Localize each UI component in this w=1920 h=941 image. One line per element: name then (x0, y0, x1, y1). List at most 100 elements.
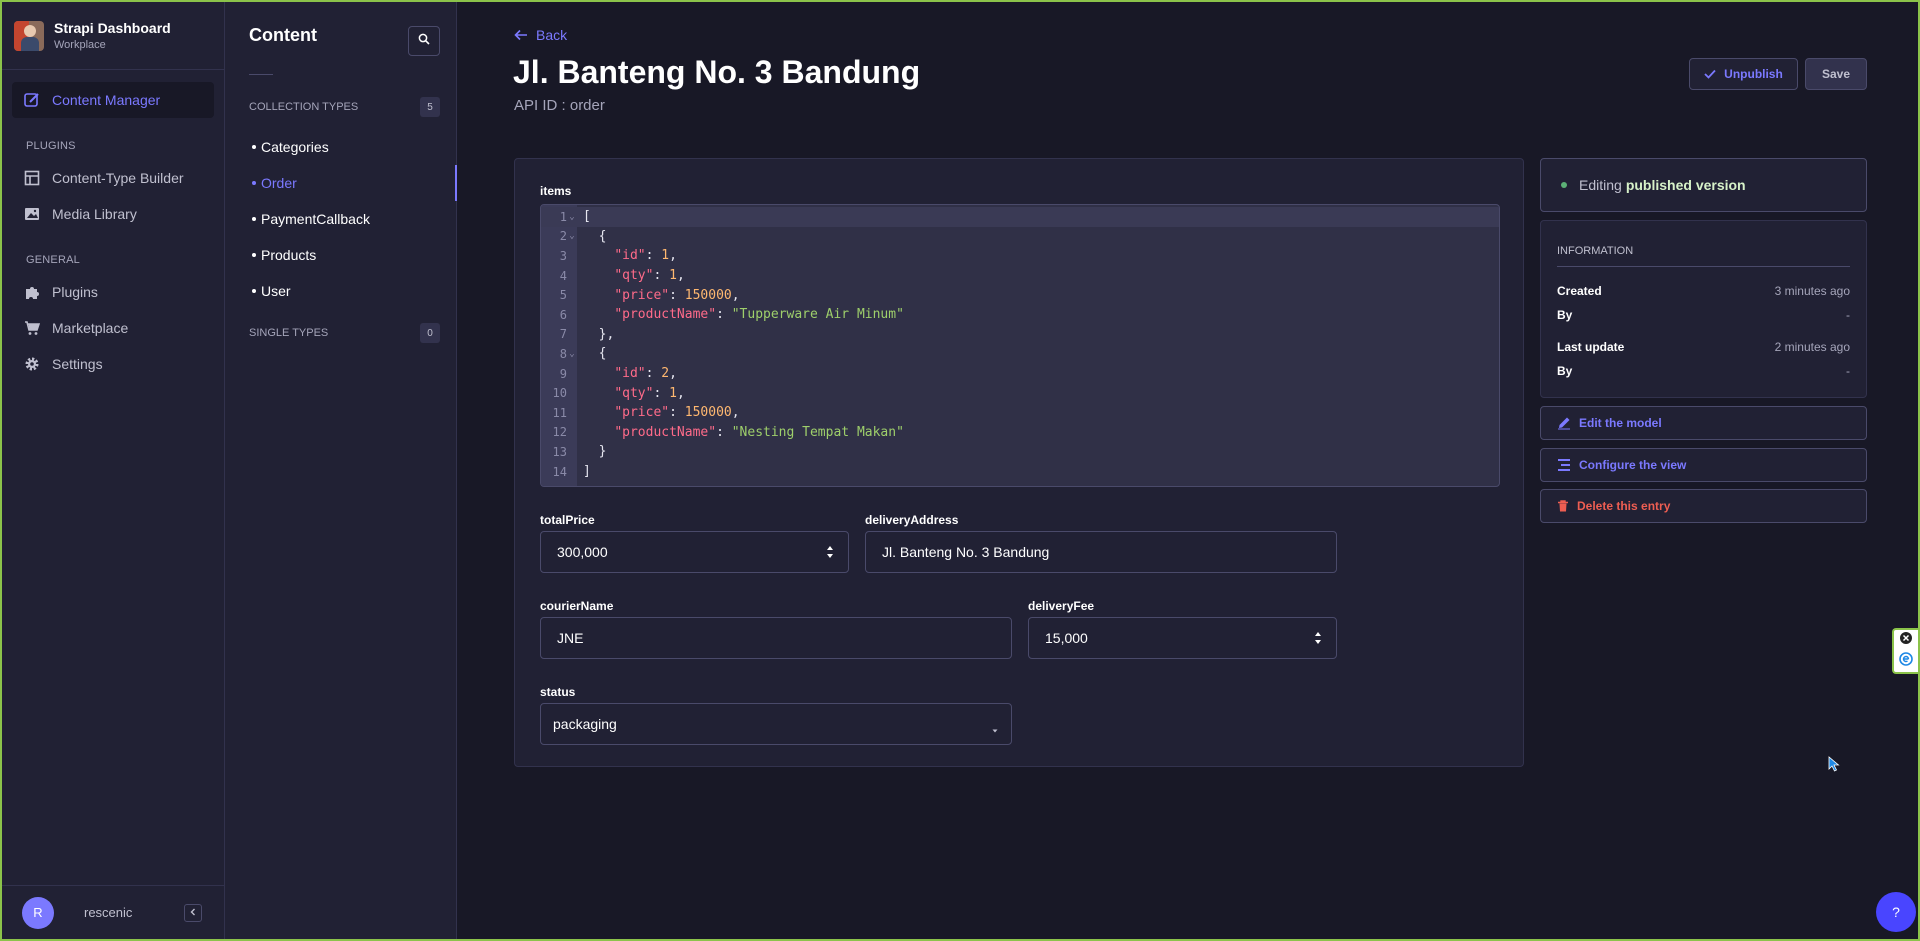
edit-model-button[interactable]: Edit the model (1540, 406, 1867, 440)
code-text: "productName": "Nesting Tempat Makan" (614, 424, 904, 440)
code-text: [ (583, 209, 591, 225)
fold-chevron-icon[interactable]: ⌄ (567, 212, 577, 222)
code-line: 13 } (541, 442, 1499, 462)
code-text: "qty": 1, (614, 385, 685, 401)
code-text: "id": 2, (614, 366, 677, 382)
content-sub-nav: Content COLLECTION TYPES 5 Categories Or… (225, 2, 457, 939)
delivery-address-label: deliveryAddress (865, 513, 959, 527)
updated-by-label: By (1557, 364, 1573, 378)
fold-chevron-icon[interactable]: ⌄ (567, 349, 577, 359)
line-number: 12 (552, 425, 567, 440)
code-line: 5 "price": 150000, (541, 285, 1499, 305)
total-price-input[interactable]: 300,000 (540, 531, 849, 573)
nav-content-manager[interactable]: Content Manager (12, 82, 214, 118)
trash-icon (1557, 500, 1569, 512)
nav-settings[interactable]: Settings (12, 346, 214, 382)
edit-model-label: Edit the model (1579, 416, 1662, 430)
brand-subtitle: Workplace (54, 39, 106, 51)
avatar[interactable]: R (22, 896, 54, 929)
code-text: { (583, 228, 607, 244)
check-icon (1704, 69, 1716, 79)
back-link[interactable]: Back (514, 27, 567, 43)
mouse-cursor-icon (1828, 756, 1840, 777)
delivery-fee-input[interactable]: 15,000 (1028, 617, 1337, 659)
stepper-icon[interactable] (1314, 630, 1322, 646)
username[interactable]: rescenic (84, 905, 132, 920)
help-button[interactable]: ? (1876, 892, 1916, 932)
brand: Strapi Dashboard Workplace (2, 2, 224, 70)
browser-extension-widget[interactable] (1892, 628, 1918, 674)
collapse-sidebar-button[interactable] (184, 903, 202, 922)
code-text: "price": 150000, (614, 405, 740, 421)
code-line: 1 ⌄ [ (541, 207, 1499, 227)
feather-icon (24, 92, 40, 108)
nav-marketplace-label: Marketplace (52, 320, 129, 336)
total-price-label: totalPrice (540, 513, 595, 527)
line-number: 14 (552, 464, 567, 479)
items-label: items (540, 184, 572, 198)
line-number: 10 (552, 386, 567, 401)
nav-media-library-label: Media Library (52, 206, 137, 222)
sub-nav-item-categories[interactable]: Categories (225, 129, 456, 165)
unpublish-button[interactable]: Unpublish (1689, 58, 1798, 90)
json-editor[interactable]: 1 ⌄[2 ⌄ {3 "id": 1, 4 "qty": 1, 5 "price": 1… (540, 204, 1500, 487)
single-types-count: 0 (420, 323, 440, 343)
created-row: Created 3 minutes ago (1557, 279, 1850, 303)
status-dot (1561, 182, 1567, 188)
nav-marketplace[interactable]: Marketplace (12, 310, 214, 346)
nav-settings-label: Settings (52, 356, 103, 372)
page-title: Jl. Banteng No. 3 Bandung (513, 54, 921, 90)
nav-content-type-builder[interactable]: Content-Type Builder (12, 160, 214, 196)
collection-types-header[interactable]: COLLECTION TYPES 5 (225, 97, 456, 117)
code-line: 4 "qty": 1, (541, 266, 1499, 286)
delivery-fee-value: 15,000 (1045, 630, 1088, 646)
nav-section-general: GENERAL (26, 254, 80, 266)
sub-nav-item-user[interactable]: User (225, 273, 456, 309)
code-text: "price": 150000, (614, 287, 740, 303)
sub-nav-item-paymentcallback[interactable]: PaymentCallback (225, 201, 456, 237)
status-select[interactable]: packaging (540, 703, 1012, 745)
puzzle-icon (24, 284, 40, 300)
back-label: Back (536, 27, 568, 43)
api-id: API ID : order (514, 97, 605, 114)
nav-content-manager-label: Content Manager (52, 92, 161, 108)
code-text: "id": 1, (614, 248, 677, 264)
nav-media-library[interactable]: Media Library (12, 196, 214, 232)
courier-name-label: courierName (540, 599, 614, 613)
pencil-icon (1557, 416, 1571, 430)
delivery-address-value: Jl. Banteng No. 3 Bandung (882, 544, 1050, 560)
code-text: "productName": "Tupperware Air Minum" (614, 307, 904, 323)
configure-view-button[interactable]: Configure the view (1540, 448, 1867, 482)
code-text: ] (583, 464, 591, 480)
line-number: 13 (552, 444, 567, 459)
collection-types-count: 5 (420, 97, 440, 117)
gear-icon (24, 356, 40, 372)
code-line: 10 "qty": 1, (541, 383, 1499, 403)
editing-status-card: Editing published version (1540, 158, 1867, 212)
sub-nav-item-order[interactable]: Order (225, 165, 457, 201)
delete-entry-button[interactable]: Delete this entry (1540, 489, 1867, 523)
nav-plugins[interactable]: Plugins (12, 274, 214, 310)
line-number: 3 (559, 248, 567, 263)
courier-name-input[interactable]: JNE (540, 617, 1012, 659)
single-types-header[interactable]: SINGLE TYPES 0 (225, 323, 456, 343)
save-button[interactable]: Save (1805, 58, 1867, 90)
updated-row: Last update 2 minutes ago (1557, 335, 1850, 359)
single-types-label: SINGLE TYPES (249, 327, 329, 339)
configure-view-label: Configure the view (1579, 458, 1687, 472)
information-title: INFORMATION (1557, 245, 1850, 267)
extension-icon[interactable] (1899, 652, 1913, 671)
status-value: packaging (553, 716, 617, 732)
stepper-icon[interactable] (826, 544, 834, 560)
fold-chevron-icon[interactable]: ⌄ (567, 231, 577, 241)
sub-nav-title: Content (249, 24, 317, 45)
close-icon[interactable] (1899, 631, 1913, 650)
caret-down-icon (991, 721, 999, 737)
code-line: 6 "productName": "Tupperware Air Minum" (541, 305, 1499, 325)
sub-nav-search-button[interactable] (408, 26, 440, 56)
delivery-address-input[interactable]: Jl. Banteng No. 3 Bandung (865, 531, 1337, 573)
code-text: "qty": 1, (614, 268, 685, 284)
information-card: INFORMATION Created 3 minutes ago By - L… (1540, 220, 1867, 398)
search-icon (418, 32, 430, 50)
sub-nav-item-products[interactable]: Products (225, 237, 456, 273)
